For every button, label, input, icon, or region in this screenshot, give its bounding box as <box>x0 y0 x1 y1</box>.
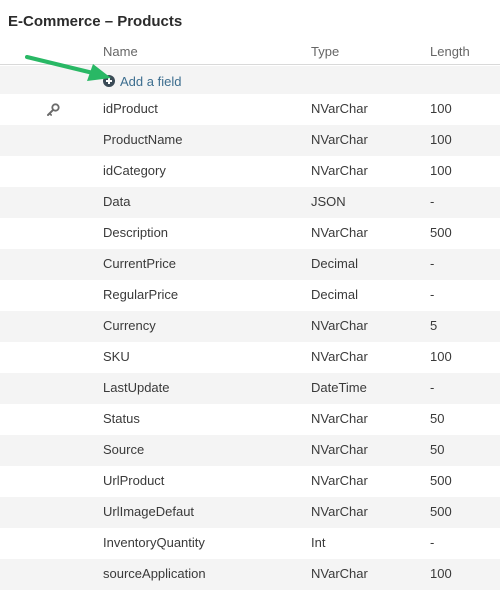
table-row[interactable]: sourceApplication NVarChar 100 <box>0 559 500 590</box>
field-name: UrlImageDefaut <box>103 504 195 519</box>
primary-key-icon <box>47 103 60 116</box>
field-name: LastUpdate <box>103 380 170 395</box>
field-type: NVarChar <box>311 411 368 426</box>
column-header-length[interactable]: Length <box>430 44 470 59</box>
table-row[interactable]: SKU NVarChar 100 <box>0 342 500 373</box>
field-type: Int <box>311 535 326 550</box>
table-row[interactable]: idProduct NVarChar 100 <box>0 94 500 125</box>
field-name: Currency <box>103 318 156 333</box>
page-title: E-Commerce – Products <box>8 13 183 30</box>
field-length: - <box>430 535 435 550</box>
field-length: 100 <box>430 163 452 178</box>
table-row[interactable]: CurrentPrice Decimal - <box>0 249 500 280</box>
field-name: idCategory <box>103 163 166 178</box>
table-row[interactable]: Currency NVarChar 5 <box>0 311 500 342</box>
table-row[interactable]: ProductName NVarChar 100 <box>0 125 500 156</box>
field-type: NVarChar <box>311 163 368 178</box>
fields-table-body: idProduct NVarChar 100 ProductName NVarChar 1… <box>0 94 500 590</box>
field-name: ProductName <box>103 132 183 147</box>
field-length: 100 <box>430 101 452 116</box>
field-name: CurrentPrice <box>103 256 176 271</box>
field-length: 5 <box>430 318 438 333</box>
field-type: JSON <box>311 194 346 209</box>
field-type: Decimal <box>311 256 358 271</box>
table-row[interactable]: UrlImageDefaut NVarChar 500 <box>0 497 500 528</box>
field-type: NVarChar <box>311 132 368 147</box>
field-type: NVarChar <box>311 225 368 240</box>
table-row[interactable]: idCategory NVarChar 100 <box>0 156 500 187</box>
field-length: 500 <box>430 473 452 488</box>
field-length: 500 <box>430 504 452 519</box>
field-length: 100 <box>430 566 452 581</box>
field-name: idProduct <box>103 101 158 116</box>
field-type: NVarChar <box>311 101 368 116</box>
table-row[interactable]: UrlProduct NVarChar 500 <box>0 466 500 497</box>
field-length: 100 <box>430 349 452 364</box>
field-name: sourceApplication <box>103 566 206 581</box>
field-type: Decimal <box>311 287 358 302</box>
field-length: - <box>430 256 435 271</box>
field-length: - <box>430 380 435 395</box>
field-type: NVarChar <box>311 504 368 519</box>
green-arrow-annotation <box>25 55 111 81</box>
field-name: RegularPrice <box>103 287 179 302</box>
field-type: NVarChar <box>311 566 368 581</box>
field-type: NVarChar <box>311 349 368 364</box>
add-field-label: Add a field <box>120 73 182 89</box>
field-name: Data <box>103 194 131 209</box>
field-name: InventoryQuantity <box>103 535 205 550</box>
field-name: SKU <box>103 349 130 364</box>
column-header-type[interactable]: Type <box>311 44 339 59</box>
field-length: 50 <box>430 411 445 426</box>
field-length: 50 <box>430 442 445 457</box>
field-name: Status <box>103 411 140 426</box>
field-type: NVarChar <box>311 442 368 457</box>
field-length: - <box>430 287 435 302</box>
field-name: Description <box>103 225 169 240</box>
field-length: 100 <box>430 132 452 147</box>
field-type: DateTime <box>311 380 367 395</box>
table-row[interactable]: LastUpdate DateTime - <box>0 373 500 404</box>
table-row[interactable]: Description NVarChar 500 <box>0 218 500 249</box>
field-name: Source <box>103 442 145 457</box>
field-type: NVarChar <box>311 318 368 333</box>
field-name: UrlProduct <box>103 473 165 488</box>
table-row[interactable]: Status NVarChar 50 <box>0 404 500 435</box>
field-type: NVarChar <box>311 473 368 488</box>
table-row[interactable]: RegularPrice Decimal - <box>0 280 500 311</box>
table-row[interactable]: InventoryQuantity Int - <box>0 528 500 559</box>
table-row[interactable]: Data JSON - <box>0 187 500 218</box>
field-length: 500 <box>430 225 452 240</box>
table-row[interactable]: Source NVarChar 50 <box>0 435 500 466</box>
field-length: - <box>430 194 435 209</box>
